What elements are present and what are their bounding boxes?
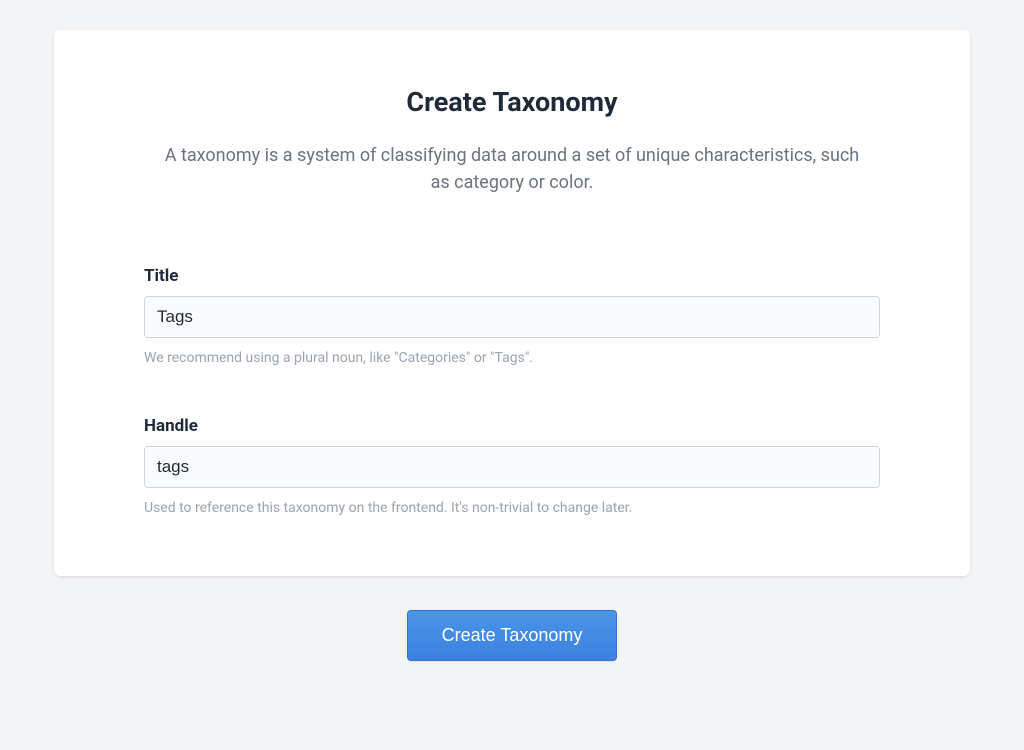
- page-description: A taxonomy is a system of classifying da…: [162, 142, 862, 196]
- handle-input[interactable]: [144, 446, 880, 488]
- handle-field-group: Handle Used to reference this taxonomy o…: [144, 416, 880, 516]
- title-label: Title: [144, 266, 880, 286]
- card-header: Create Taxonomy A taxonomy is a system o…: [144, 86, 880, 196]
- page-title: Create Taxonomy: [144, 86, 880, 118]
- title-field-group: Title We recommend using a plural noun, …: [144, 266, 880, 366]
- title-help-text: We recommend using a plural noun, like "…: [144, 350, 880, 366]
- create-taxonomy-card: Create Taxonomy A taxonomy is a system o…: [54, 30, 970, 576]
- title-input[interactable]: [144, 296, 880, 338]
- create-taxonomy-button[interactable]: Create Taxonomy: [407, 610, 618, 661]
- handle-help-text: Used to reference this taxonomy on the f…: [144, 500, 880, 516]
- actions-container: Create Taxonomy: [54, 610, 970, 661]
- handle-label: Handle: [144, 416, 880, 436]
